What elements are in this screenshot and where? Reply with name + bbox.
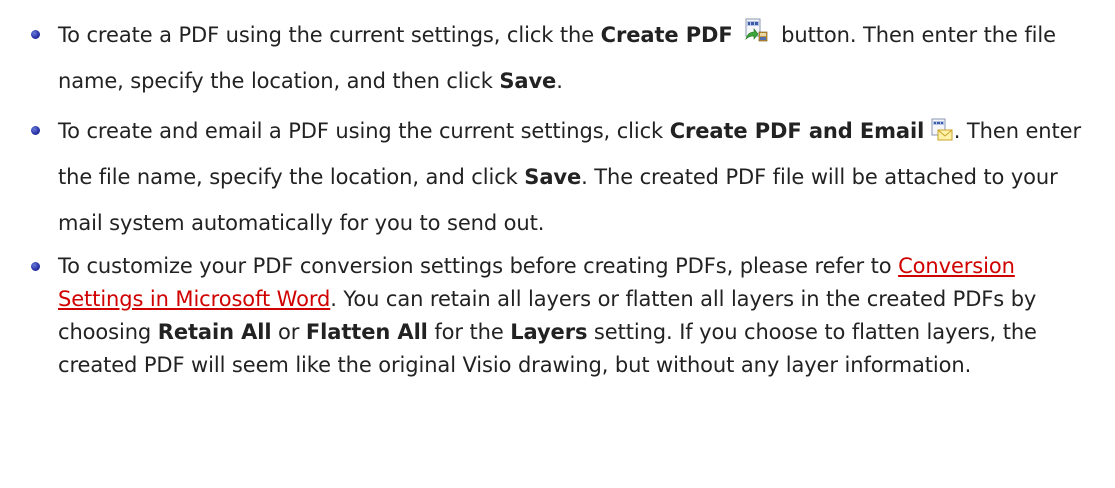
item-text: To customize your PDF conversion setting… — [58, 254, 899, 278]
bullet-icon — [31, 262, 40, 271]
item-text: To create and email a PDF using the curr… — [58, 119, 670, 143]
item-text: or — [271, 320, 306, 344]
item-text: for the — [427, 320, 511, 344]
help-document: To create a PDF using the current settin… — [0, 0, 1115, 488]
retain-all-label: Retain All — [157, 320, 272, 344]
bullet-icon — [31, 126, 40, 135]
create-pdf-email-icon — [931, 118, 953, 142]
list-item-create-pdf-email: To create and email a PDF using the curr… — [0, 108, 1115, 246]
layers-label: Layers — [510, 320, 588, 344]
list-item-conversion-settings: To customize your PDF conversion setting… — [0, 250, 1115, 382]
item-text: To create a PDF using the current settin… — [58, 23, 601, 47]
save-label: Save — [524, 165, 582, 189]
instruction-list: To create a PDF using the current settin… — [0, 12, 1115, 382]
list-item-create-pdf: To create a PDF using the current settin… — [0, 12, 1115, 104]
flatten-all-label: Flatten All — [305, 320, 428, 344]
create-pdf-email-label: Create PDF and Email — [669, 119, 925, 143]
create-pdf-icon — [743, 18, 769, 44]
save-label: Save — [499, 69, 557, 93]
item-text: . — [556, 69, 563, 93]
bullet-icon — [31, 30, 40, 39]
create-pdf-label: Create PDF — [600, 23, 733, 47]
